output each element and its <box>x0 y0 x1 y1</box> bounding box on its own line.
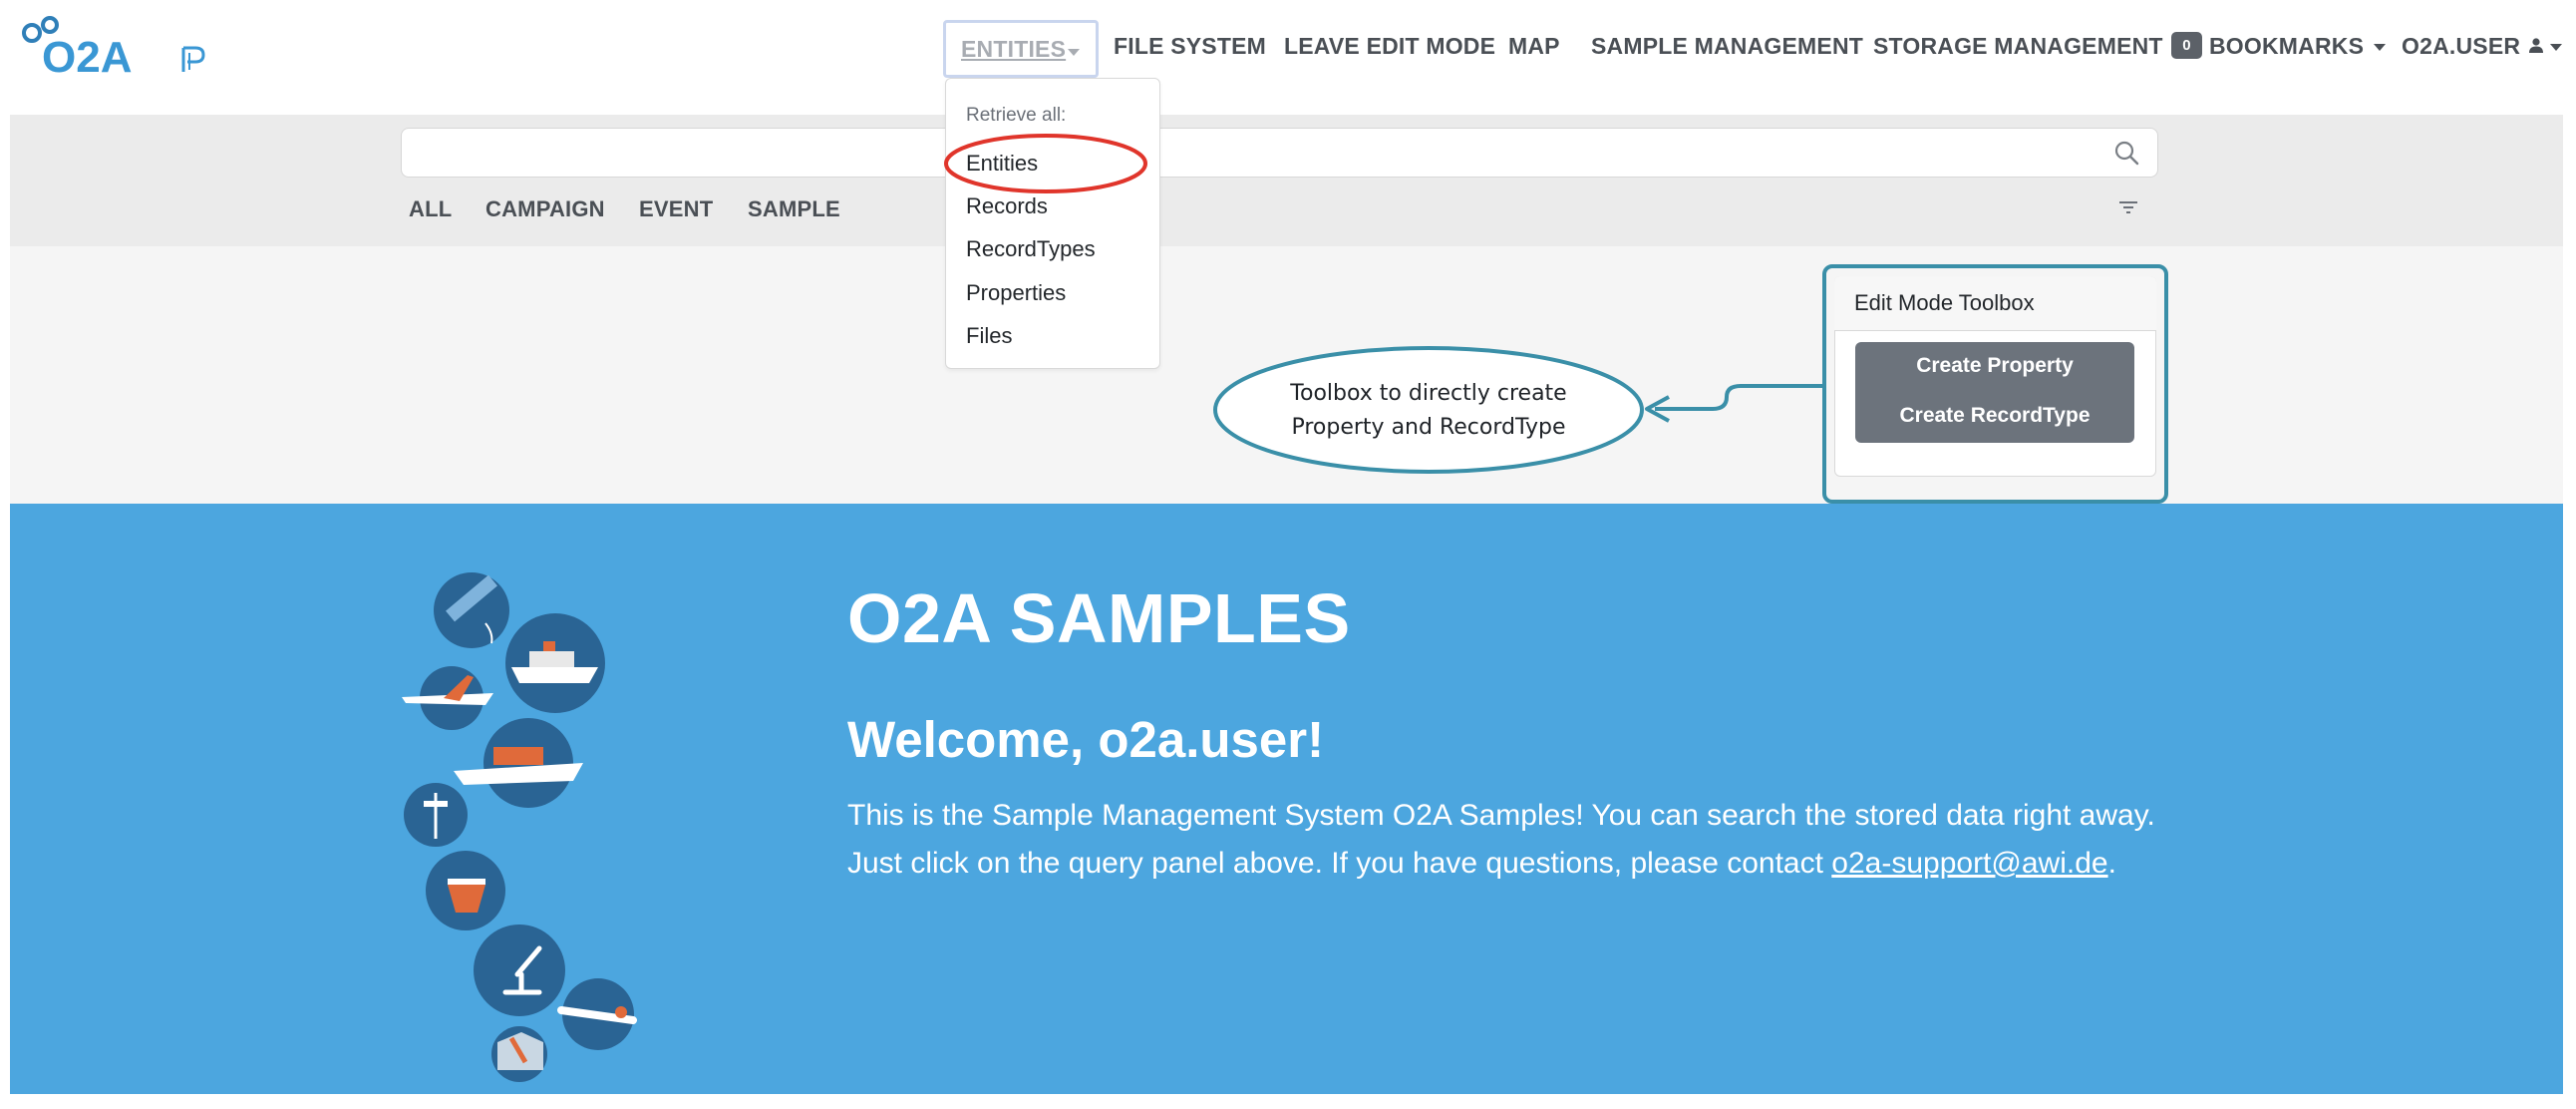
caret-down-icon <box>2374 44 2387 52</box>
create-recordtype-button[interactable]: Create RecordType <box>1855 404 2134 428</box>
dropdown-item-records[interactable]: Records <box>966 193 1048 219</box>
entities-dropdown-menu: Retrieve all: Entities Records RecordTyp… <box>945 78 1160 369</box>
dropdown-item-properties[interactable]: Properties <box>966 280 1066 306</box>
dropdown-item-entities[interactable]: Entities <box>966 151 1038 177</box>
nav-storage-management[interactable]: STORAGE MANAGEMENT <box>1873 33 2163 60</box>
research-vessel-icon <box>454 718 583 808</box>
callout-line-2: Property and RecordType <box>1291 415 1566 440</box>
o2a-logo[interactable]: O2A <box>22 16 152 81</box>
edit-mode-area <box>10 246 2563 504</box>
airplane-icon <box>402 666 493 730</box>
bookmarks-count-badge: 0 <box>2171 32 2202 60</box>
tab-campaign[interactable]: CAMPAIGN <box>485 196 605 222</box>
filter-icon[interactable] <box>2117 199 2139 215</box>
user-name: O2A.USER <box>2402 33 2521 59</box>
dropdown-item-files[interactable]: Files <box>966 323 1012 349</box>
ship-icon <box>505 613 605 713</box>
tab-all[interactable]: ALL <box>409 196 452 222</box>
caret-down-icon <box>2550 44 2563 52</box>
diver-icon <box>557 978 637 1050</box>
hero-text-period: . <box>2107 847 2116 880</box>
nav-bookmarks[interactable]: 0 BOOKMARKS <box>2171 32 2387 61</box>
callout-text: Toolbox to directly create Property and … <box>1214 377 1643 445</box>
nav-file-system[interactable]: FILE SYSTEM <box>1114 33 1266 60</box>
bookmarks-label: BOOKMARKS <box>2209 33 2365 59</box>
hero-title: O2A SAMPLES <box>847 579 1351 657</box>
nav-sample-management[interactable]: SAMPLE MANAGEMENT <box>1591 33 1863 60</box>
microscope-icon <box>474 924 565 1016</box>
hero-description: This is the Sample Management System O2A… <box>847 792 2163 888</box>
tab-event[interactable]: EVENT <box>639 196 713 222</box>
buoy-icon <box>426 851 505 930</box>
caret-down-icon <box>1068 49 1080 56</box>
create-property-button[interactable]: Create Property <box>1855 354 2134 378</box>
callout-line-1: Toolbox to directly create <box>1290 381 1567 406</box>
nav-user-menu[interactable]: O2A.USER <box>2402 33 2563 60</box>
user-icon <box>2529 38 2544 53</box>
sample-box-icon <box>491 1026 547 1082</box>
ocean-research-illustration <box>402 572 637 1082</box>
support-email-link[interactable]: o2a-support@awi.de <box>1831 847 2107 880</box>
logo-text: O2A <box>42 33 132 81</box>
tab-sample[interactable]: SAMPLE <box>748 196 840 222</box>
weather-station-icon <box>404 783 468 847</box>
dropdown-item-recordtypes[interactable]: RecordTypes <box>966 236 1096 262</box>
nav-leave-edit-mode[interactable]: LEAVE EDIT MODE <box>1284 33 1495 60</box>
nav-entities-dropdown[interactable]: ENTITIES <box>943 20 1099 78</box>
search-input[interactable] <box>401 128 2158 178</box>
hero-welcome: Welcome, o2a.user! <box>847 711 1325 768</box>
nav-map[interactable]: MAP <box>1508 33 1560 60</box>
satellite-icon <box>434 572 509 648</box>
sample-flask-icon <box>181 46 205 72</box>
nav-entities-label: ENTITIES <box>961 36 1067 62</box>
toolbox-title: Edit Mode Toolbox <box>1854 290 2035 315</box>
search-icon[interactable] <box>2113 140 2139 166</box>
dropdown-header: Retrieve all: <box>966 105 1067 126</box>
